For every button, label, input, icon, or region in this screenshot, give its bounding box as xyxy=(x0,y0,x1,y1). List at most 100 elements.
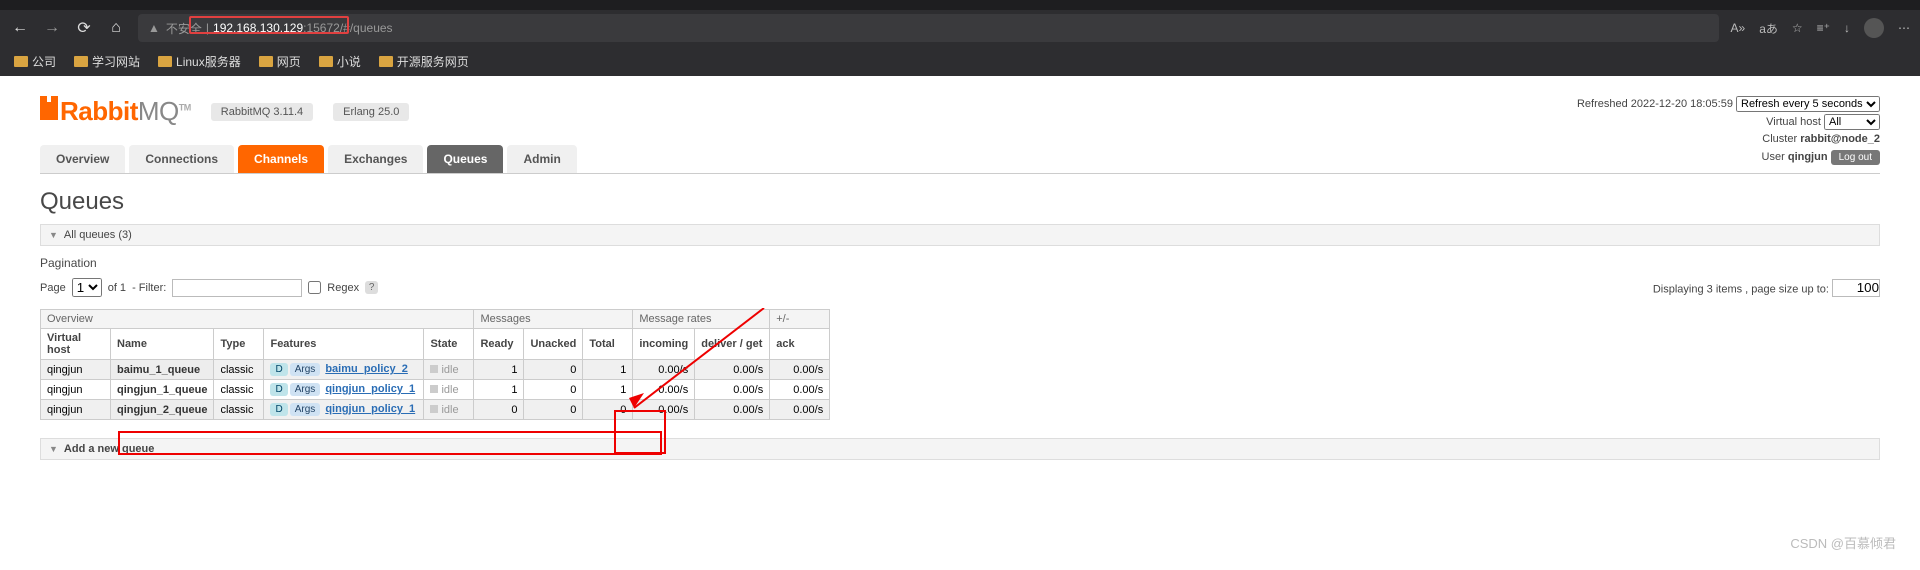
group-plus-minus[interactable]: +/- xyxy=(770,310,830,329)
state-square-icon xyxy=(430,405,438,413)
reload-button[interactable]: ⟳ xyxy=(74,18,94,38)
queues-table: Overview Messages Message rates +/- Virt… xyxy=(40,309,830,420)
col-unacked[interactable]: Unacked xyxy=(524,329,583,360)
feature-args: Args xyxy=(290,403,321,416)
page-of: of 1 xyxy=(108,282,126,294)
logout-button[interactable]: Log out xyxy=(1831,150,1880,165)
state-square-icon xyxy=(430,385,438,393)
queue-link[interactable]: qingjun_1_queue xyxy=(111,380,214,400)
col-total[interactable]: Total xyxy=(583,329,633,360)
tab-queues[interactable]: Queues xyxy=(427,145,503,173)
cluster-value: rabbit@node_2 xyxy=(1800,133,1880,145)
bookmark-folder[interactable]: Linux服务器 xyxy=(158,53,241,70)
displaying-label: Displaying 3 items , page size up to: xyxy=(1653,283,1829,295)
browser-right-icons: A» aあ ☆ ≡⁺ ↓ ⋯ xyxy=(1731,18,1910,38)
annotation-url-box xyxy=(189,16,349,34)
col-deliver[interactable]: deliver / get xyxy=(695,329,770,360)
filter-input[interactable] xyxy=(172,279,302,297)
regex-checkbox[interactable] xyxy=(308,281,321,294)
policy-link[interactable]: qingjun_policy_1 xyxy=(325,383,415,395)
regex-label: Regex xyxy=(327,282,359,294)
state-square-icon xyxy=(430,365,438,373)
col-name[interactable]: Name xyxy=(111,329,214,360)
collections-icon[interactable]: ≡⁺ xyxy=(1817,21,1830,35)
refreshed-label: Refreshed 2022-12-20 18:05:59 xyxy=(1577,98,1733,110)
address-bar[interactable]: ▲ 不安全 | 192.168.130.129:15672/#/queues xyxy=(138,14,1719,42)
help-icon[interactable]: ? xyxy=(365,281,378,294)
feature-durable: D xyxy=(270,403,287,416)
col-features[interactable]: Features xyxy=(264,329,424,360)
user-value: qingjun xyxy=(1788,151,1828,163)
col-type[interactable]: Type xyxy=(214,329,264,360)
rabbit-icon xyxy=(40,102,58,120)
folder-icon xyxy=(379,56,393,67)
back-button[interactable]: ← xyxy=(10,19,30,37)
bookmark-folder[interactable]: 小说 xyxy=(319,53,361,70)
page-label: Page xyxy=(40,282,66,294)
tab-overview[interactable]: Overview xyxy=(40,145,125,173)
security-warning-icon: ▲ xyxy=(148,21,160,35)
forward-button[interactable]: → xyxy=(42,19,62,37)
refresh-select[interactable]: Refresh every 5 seconds xyxy=(1736,96,1880,112)
state-cell: idle xyxy=(424,400,474,420)
folder-icon xyxy=(259,56,273,67)
tab-connections[interactable]: Connections xyxy=(129,145,234,173)
chevron-down-icon: ▼ xyxy=(49,444,58,454)
read-aloud-icon[interactable]: A» xyxy=(1731,21,1746,35)
folder-icon xyxy=(319,56,333,67)
tab-exchanges[interactable]: Exchanges xyxy=(328,145,423,173)
features-cell: DArgs qingjun_policy_1 xyxy=(264,400,424,420)
profile-avatar[interactable] xyxy=(1864,18,1884,38)
chevron-down-icon: ▼ xyxy=(49,230,58,240)
folder-icon xyxy=(14,56,28,67)
annotation-box-total xyxy=(614,410,666,454)
folder-icon xyxy=(158,56,172,67)
page-title: Queues xyxy=(40,188,1880,216)
erlang-pill: Erlang 25.0 xyxy=(333,103,409,121)
table-row: qingjun baimu_1_queue classic DArgs baim… xyxy=(41,360,830,380)
page-size-input[interactable] xyxy=(1832,279,1880,297)
bookmark-folder[interactable]: 公司 xyxy=(14,53,56,70)
vhost-select[interactable]: All xyxy=(1824,114,1880,130)
state-cell: idle xyxy=(424,360,474,380)
policy-link[interactable]: baimu_policy_2 xyxy=(325,363,408,375)
col-incoming[interactable]: incoming xyxy=(633,329,695,360)
downloads-icon[interactable]: ↓ xyxy=(1844,21,1850,35)
filter-row: Page 1 of 1 - Filter: Regex ? Displaying… xyxy=(40,278,1880,297)
policy-link[interactable]: qingjun_policy_1 xyxy=(325,403,415,415)
more-icon[interactable]: ⋯ xyxy=(1898,21,1910,35)
browser-chrome: ← → ⟳ ⌂ ▲ 不安全 | 192.168.130.129:15672/#/… xyxy=(0,0,1920,76)
page-content: RabbitMQTM RabbitMQ 3.11.4 Erlang 25.0 R… xyxy=(0,76,1920,460)
translate-icon[interactable]: aあ xyxy=(1759,20,1778,37)
all-queues-header[interactable]: ▼ All queues (3) xyxy=(40,224,1880,246)
bookmark-folder[interactable]: 网页 xyxy=(259,53,301,70)
page-select[interactable]: 1 xyxy=(72,278,102,297)
feature-durable: D xyxy=(270,363,287,376)
features-cell: DArgs qingjun_policy_1 xyxy=(264,380,424,400)
pagination-label: Pagination xyxy=(40,256,1880,270)
watermark: CSDN @百慕倾君 xyxy=(1790,533,1896,552)
header-right: Refreshed 2022-12-20 18:05:59 Refresh ev… xyxy=(1577,96,1880,166)
feature-durable: D xyxy=(270,383,287,396)
cluster-label: Cluster xyxy=(1762,133,1797,145)
col-state[interactable]: State xyxy=(424,329,474,360)
table-row: qingjun qingjun_2_queue classic DArgs qi… xyxy=(41,400,830,420)
bookmark-folder[interactable]: 学习网站 xyxy=(74,53,140,70)
queue-link[interactable]: qingjun_2_queue xyxy=(111,400,214,420)
favorite-icon[interactable]: ☆ xyxy=(1792,21,1803,35)
col-ready[interactable]: Ready xyxy=(474,329,524,360)
annotation-box-row xyxy=(118,431,662,455)
tab-bar xyxy=(0,0,1920,10)
bookmark-folder[interactable]: 开源服务网页 xyxy=(379,53,469,70)
col-vhost[interactable]: Virtual host xyxy=(41,329,111,360)
group-message-rates: Message rates xyxy=(633,310,770,329)
filter-label: - Filter: xyxy=(132,282,166,294)
queue-link[interactable]: baimu_1_queue xyxy=(111,360,214,380)
user-label: User xyxy=(1762,151,1785,163)
col-ack[interactable]: ack xyxy=(770,329,830,360)
tab-channels[interactable]: Channels xyxy=(238,145,324,173)
vhost-label: Virtual host xyxy=(1766,116,1821,128)
home-button[interactable]: ⌂ xyxy=(106,19,126,37)
tab-admin[interactable]: Admin xyxy=(507,145,576,173)
table-row: qingjun qingjun_1_queue classic DArgs qi… xyxy=(41,380,830,400)
